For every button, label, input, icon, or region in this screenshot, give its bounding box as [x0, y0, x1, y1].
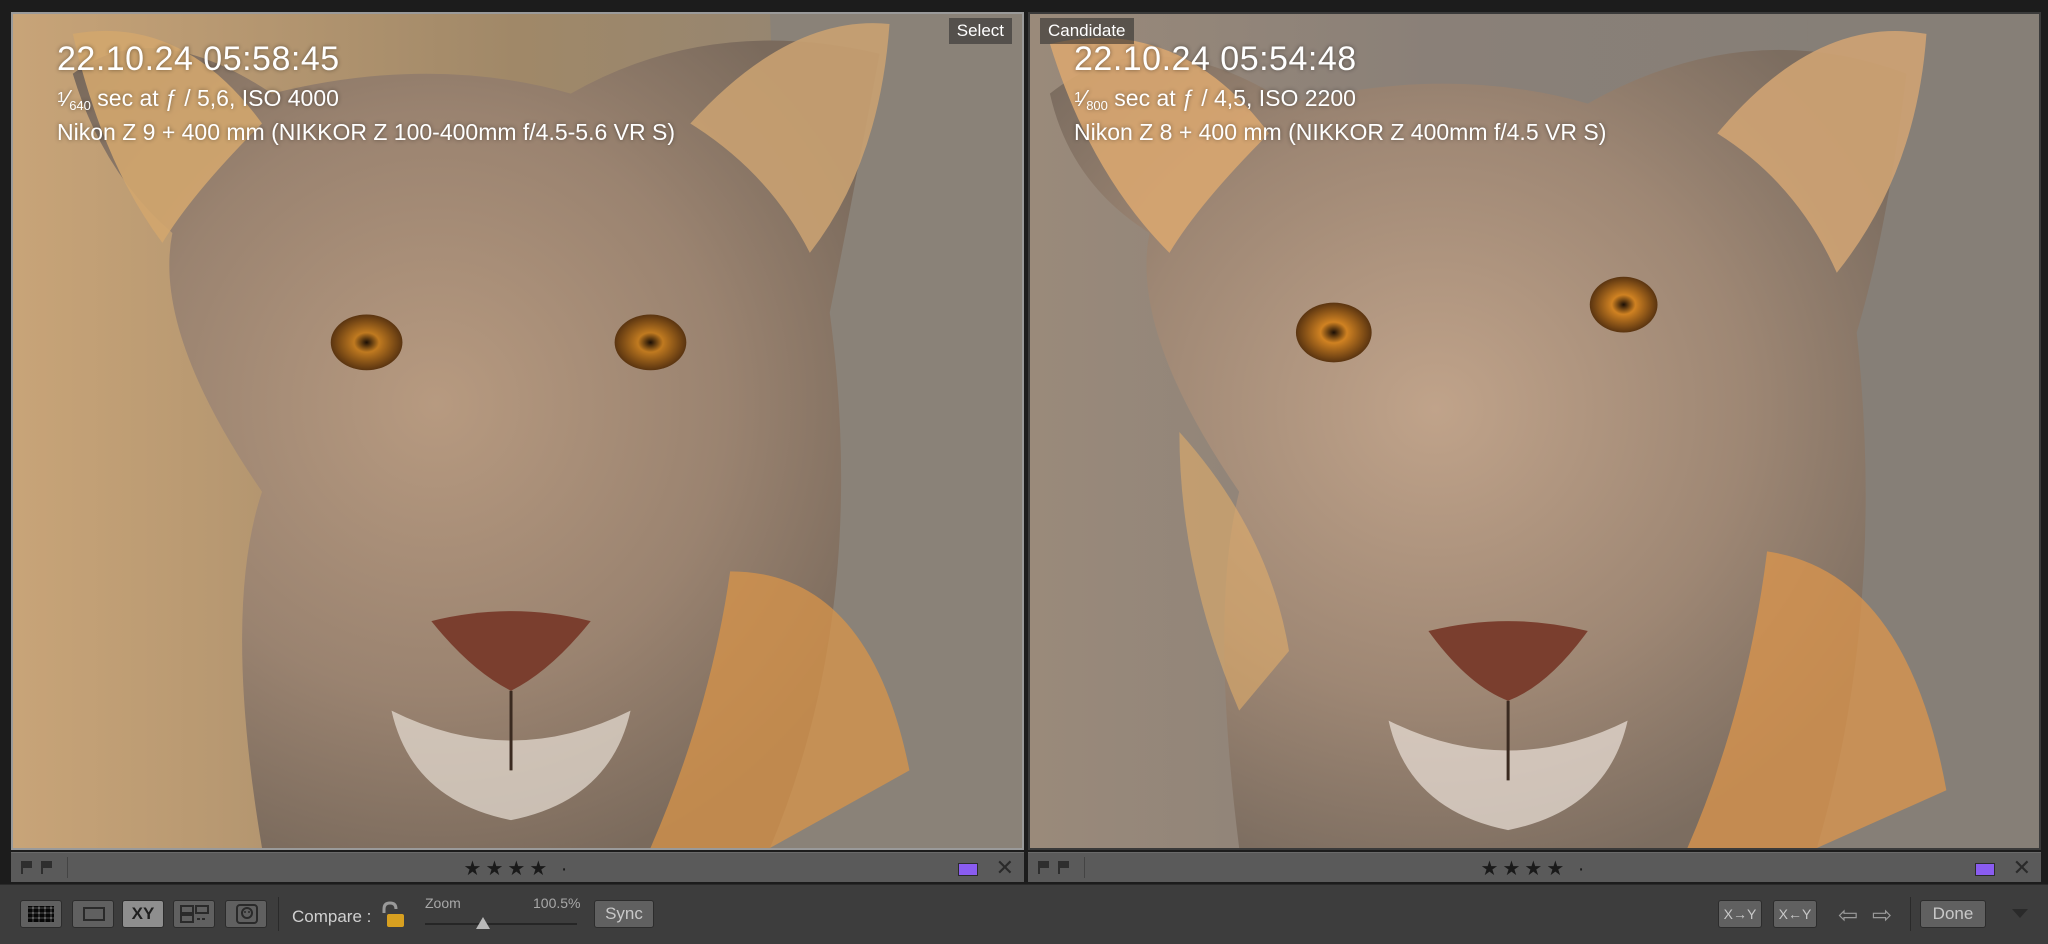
- candidate-shutter-denominator: 800: [1086, 98, 1108, 113]
- swap-button[interactable]: X→Y: [1718, 900, 1762, 928]
- swap-icon: X→Y: [1723, 906, 1757, 922]
- select-star-rating[interactable]: ★★★★ ·: [11, 856, 1024, 881]
- select-color-label[interactable]: [958, 863, 978, 876]
- people-view-button[interactable]: [225, 900, 267, 928]
- candidate-photo-pane[interactable]: 22.10.24 05:54:48 1⁄800 sec at ƒ / 4,5, …: [1028, 12, 2041, 850]
- compare-label: Compare :: [292, 907, 372, 926]
- survey-view-icon: [180, 905, 209, 923]
- select-pane-tag: Select: [948, 18, 1012, 44]
- compare-view-button[interactable]: XY: [122, 900, 164, 928]
- candidate-color-label[interactable]: [1975, 863, 1995, 876]
- select-info-bar: ★★★★ · ✕: [11, 852, 1024, 882]
- bottom-toolbar: XY Compare : Zoom 100.5% Sync X→Y X←Y ⇦ …: [0, 884, 2048, 944]
- candidate-star-rating[interactable]: ★★★★ ·: [1028, 856, 2041, 881]
- candidate-info-bar: ★★★★ · ✕: [1028, 852, 2041, 882]
- select-exposure-text: sec at ƒ / 5,6, ISO 4000: [90, 85, 339, 111]
- zoom-slider-thumb[interactable]: [475, 917, 490, 929]
- zoom-label: Zoom: [425, 895, 461, 911]
- grid-view-icon: [28, 906, 54, 922]
- candidate-exposure: 1⁄800 sec at ƒ / 4,5, ISO 2200: [1074, 85, 1356, 113]
- select-metadata-overlay: 22.10.24 05:58:45 1⁄640 sec at ƒ / 5,6, …: [57, 40, 675, 146]
- candidate-camera-lens: Nikon Z 8 + 400 mm (NIKKOR Z 400mm f/4.5…: [1074, 119, 1607, 145]
- next-arrow-icon[interactable]: ⇨: [1872, 901, 1892, 930]
- survey-view-button[interactable]: [173, 900, 215, 928]
- make-select-icon: X←Y: [1778, 906, 1812, 922]
- close-icon[interactable]: ✕: [996, 855, 1014, 881]
- candidate-capture-date: 22.10.24 05:54:48: [1074, 40, 1357, 78]
- sync-button[interactable]: Sync: [594, 900, 654, 928]
- loupe-view-icon: [83, 907, 105, 921]
- select-shutter-denominator: 640: [69, 98, 91, 113]
- select-photo-pane[interactable]: 22.10.24 05:58:45 1⁄640 sec at ƒ / 5,6, …: [11, 12, 1024, 850]
- prev-arrow-icon[interactable]: ⇦: [1838, 901, 1858, 930]
- done-button[interactable]: Done: [1920, 900, 1986, 928]
- zoom-slider[interactable]: [425, 923, 577, 925]
- zoom-value: 100.5%: [533, 895, 581, 911]
- select-shutter-numerator: 1: [57, 89, 66, 106]
- people-view-icon: [236, 904, 258, 924]
- select-exposure: 1⁄640 sec at ƒ / 5,6, ISO 4000: [57, 85, 339, 113]
- candidate-pane-tag: Candidate: [1040, 18, 1134, 44]
- make-select-button[interactable]: X←Y: [1773, 900, 1817, 928]
- grid-view-button[interactable]: [20, 900, 62, 928]
- candidate-metadata-overlay: 22.10.24 05:54:48 1⁄800 sec at ƒ / 4,5, …: [1074, 40, 1606, 146]
- select-capture-date: 22.10.24 05:58:45: [57, 40, 340, 78]
- loupe-view-button[interactable]: [72, 900, 114, 928]
- candidate-exposure-text: sec at ƒ / 4,5, ISO 2200: [1107, 85, 1356, 111]
- divider: [1910, 897, 1911, 931]
- divider: [278, 897, 279, 931]
- lock-icon[interactable]: [378, 901, 406, 929]
- candidate-shutter-numerator: 1: [1074, 89, 1083, 106]
- select-camera-lens: Nikon Z 9 + 400 mm (NIKKOR Z 100-400mm f…: [57, 119, 676, 145]
- menu-triangle-icon[interactable]: [2012, 909, 2028, 918]
- close-icon[interactable]: ✕: [2013, 855, 2031, 881]
